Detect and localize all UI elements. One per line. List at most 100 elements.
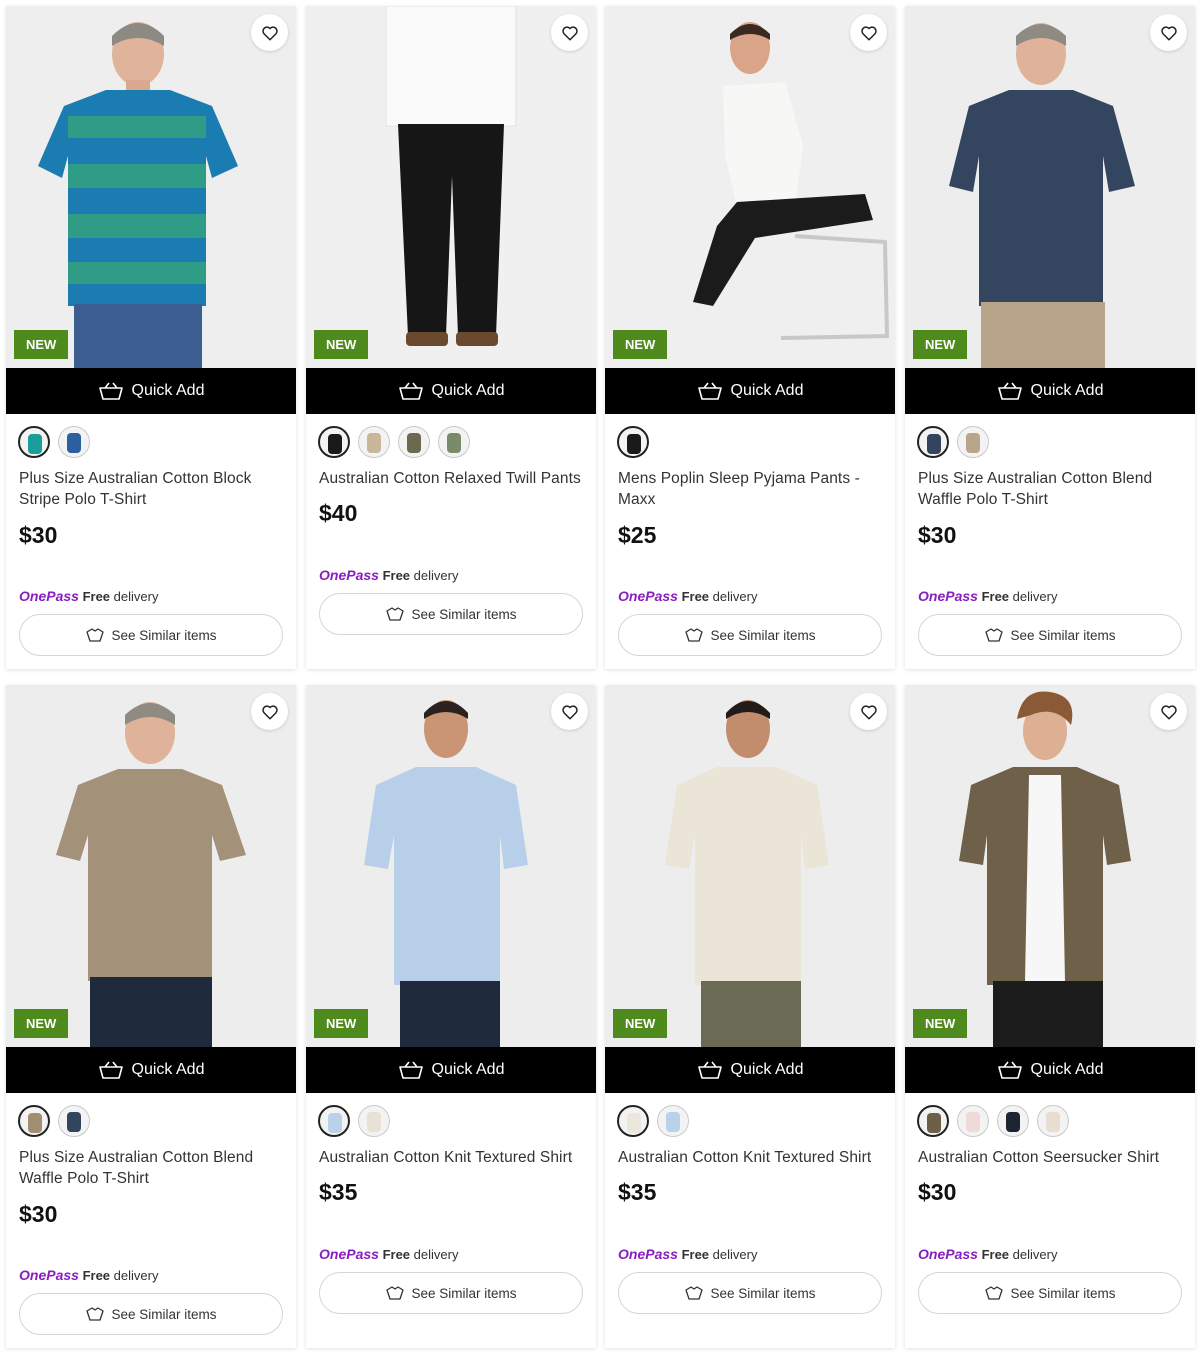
color-swatch[interactable] [617,1105,649,1137]
basket-icon [398,382,423,400]
free-label: Free [82,1268,111,1283]
product-image[interactable]: NEW [905,6,1195,368]
color-swatch[interactable] [917,426,949,458]
product-price: $40 [319,500,358,526]
product-title[interactable]: Plus Size Australian Cotton Blend Waffle… [918,468,1186,510]
color-swatch[interactable] [438,426,470,458]
product-card[interactable]: NEW Quick Add Plus Size Australian Cotto… [905,6,1195,669]
product-title[interactable]: Plus Size Australian Cotton Blend Waffle… [19,1147,287,1189]
wishlist-heart-button[interactable] [850,693,887,730]
onepass-delivery: OnePass Free delivery [19,588,158,604]
heart-icon [561,25,578,40]
new-badge: NEW [613,1009,668,1038]
product-card[interactable]: NEW Quick Add Australian Cotton Relaxed … [306,6,596,669]
wishlist-heart-button[interactable] [551,14,588,51]
color-swatch[interactable] [957,426,989,458]
color-swatch[interactable] [358,1105,390,1137]
basket-icon [697,1061,722,1079]
product-card[interactable]: NEW Quick Add Mens Poplin Sleep Pyjama P… [605,6,895,669]
see-similar-button[interactable]: See Similar items [19,1293,283,1335]
see-similar-button[interactable]: See Similar items [319,593,583,635]
similar-items-icon [86,628,105,642]
product-card[interactable]: NEW Quick Add Plus Size Australian Cotto… [6,685,296,1348]
quick-add-button[interactable]: Quick Add [6,368,296,414]
quick-add-label: Quick Add [131,1061,205,1078]
product-photo [306,6,596,368]
wishlist-heart-button[interactable] [251,14,288,51]
quick-add-button[interactable]: Quick Add [306,368,596,414]
see-similar-button[interactable]: See Similar items [918,614,1182,656]
product-card[interactable]: NEW Quick Add Australian Cotton Seersuck… [905,685,1195,1348]
product-image[interactable]: NEW [905,685,1195,1047]
product-photo [605,6,895,368]
product-card[interactable]: NEW Quick Add Plus Size Australian Cotto… [6,6,296,669]
product-image[interactable]: NEW [6,6,296,368]
see-similar-label: See Similar items [1010,627,1116,643]
see-similar-label: See Similar items [710,1285,816,1301]
wishlist-heart-button[interactable] [1150,14,1187,51]
onepass-delivery: OnePass Free delivery [19,1267,158,1283]
wishlist-heart-button[interactable] [251,693,288,730]
color-swatch[interactable] [957,1105,989,1137]
color-swatches [917,1105,1069,1137]
color-swatch[interactable] [617,426,649,458]
quick-add-button[interactable]: Quick Add [905,1047,1195,1093]
delivery-label: delivery [413,568,459,583]
free-label: Free [382,1247,411,1262]
product-title[interactable]: Plus Size Australian Cotton Block Stripe… [19,468,287,510]
product-title[interactable]: Australian Cotton Seersucker Shirt [918,1147,1186,1168]
product-image[interactable]: NEW [605,685,895,1047]
quick-add-button[interactable]: Quick Add [905,368,1195,414]
color-swatch[interactable] [997,1105,1029,1137]
product-title[interactable]: Australian Cotton Knit Textured Shirt [618,1147,886,1168]
quick-add-button[interactable]: Quick Add [6,1047,296,1093]
color-swatches [18,426,90,458]
see-similar-button[interactable]: See Similar items [618,614,882,656]
wishlist-heart-button[interactable] [1150,693,1187,730]
basket-icon [997,382,1022,400]
see-similar-button[interactable]: See Similar items [319,1272,583,1314]
color-swatch[interactable] [18,426,50,458]
product-photo [905,685,1195,1047]
product-card[interactable]: NEW Quick Add Australian Cotton Knit Tex… [306,685,596,1348]
product-title[interactable]: Australian Cotton Relaxed Twill Pants [319,468,587,489]
color-swatch[interactable] [18,1105,50,1137]
quick-add-button[interactable]: Quick Add [306,1047,596,1093]
color-swatch[interactable] [358,426,390,458]
product-title[interactable]: Australian Cotton Knit Textured Shirt [319,1147,587,1168]
color-swatch[interactable] [58,1105,90,1137]
see-similar-button[interactable]: See Similar items [918,1272,1182,1314]
color-swatch[interactable] [657,1105,689,1137]
quick-add-button[interactable]: Quick Add [605,1047,895,1093]
color-swatch[interactable] [1037,1105,1069,1137]
wishlist-heart-button[interactable] [850,14,887,51]
heart-icon [1160,704,1177,719]
see-similar-button[interactable]: See Similar items [19,614,283,656]
onepass-logo: OnePass [319,567,379,583]
product-price: $35 [618,1179,657,1205]
free-label: Free [981,1247,1010,1262]
color-swatch[interactable] [917,1105,949,1137]
delivery-label: delivery [113,1268,159,1283]
quick-add-label: Quick Add [730,1061,804,1078]
wishlist-heart-button[interactable] [551,693,588,730]
product-grid: NEW Quick Add Plus Size Australian Cotto… [0,0,1200,1355]
see-similar-button[interactable]: See Similar items [618,1272,882,1314]
onepass-logo: OnePass [918,588,978,604]
similar-items-icon [985,628,1004,642]
quick-add-button[interactable]: Quick Add [605,368,895,414]
heart-icon [261,25,278,40]
product-title[interactable]: Mens Poplin Sleep Pyjama Pants - Maxx [618,468,886,510]
product-card[interactable]: NEW Quick Add Australian Cotton Knit Tex… [605,685,895,1348]
color-swatch[interactable] [398,426,430,458]
basket-icon [98,1061,123,1079]
product-image[interactable]: NEW [306,685,596,1047]
product-image[interactable]: NEW [306,6,596,368]
color-swatch[interactable] [318,426,350,458]
color-swatch[interactable] [318,1105,350,1137]
product-photo [905,6,1195,368]
product-image[interactable]: NEW [605,6,895,368]
color-swatch[interactable] [58,426,90,458]
product-image[interactable]: NEW [6,685,296,1047]
product-price: $30 [19,522,58,548]
